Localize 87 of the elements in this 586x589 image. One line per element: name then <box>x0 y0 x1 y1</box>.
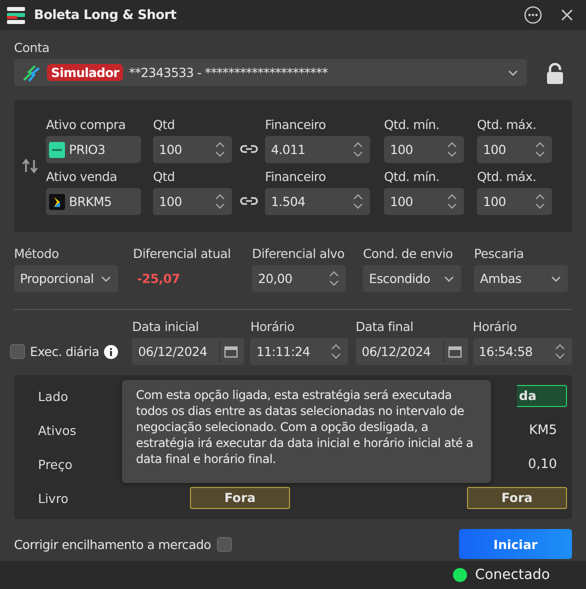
financial-field[interactable]: 1.504 <box>265 188 370 215</box>
row-label: Lado <box>38 388 68 404</box>
spinner-arrows-icon <box>554 344 566 360</box>
field-label: Cond. de envio <box>363 246 454 262</box>
row-label: Preço <box>38 456 72 472</box>
dropdown[interactable]: Proporcional <box>14 265 118 292</box>
field-label: Ativo compra <box>46 117 127 133</box>
swap-arrows-icon <box>22 158 38 174</box>
spinner-arrows-icon <box>534 142 546 158</box>
field-label: Qtd <box>153 117 176 133</box>
field-label: Qtd <box>153 169 176 185</box>
max-quantity-field[interactable]: 100 <box>477 188 552 215</box>
checkbox-label: Corrigir encilhamento a mercado <box>14 536 211 552</box>
close-icon[interactable] <box>560 8 574 22</box>
field-label: Pescaria <box>474 246 525 262</box>
summary-value: 0,10 <box>528 456 558 472</box>
link-icon <box>240 196 258 206</box>
start-button[interactable]: Iniciar <box>459 529 572 559</box>
min-quantity-field[interactable]: 100 <box>384 188 464 215</box>
more-options-icon[interactable] <box>524 6 542 24</box>
spinner-arrows-icon <box>534 194 546 210</box>
field-label: Data inicial <box>132 319 200 335</box>
min-quantity-field[interactable]: 100 <box>384 136 464 163</box>
simulator-badge: Simulador <box>47 64 124 81</box>
book-status-badge: Fora <box>190 487 290 509</box>
calendar-icon <box>224 345 238 358</box>
summary-value: KM5 <box>528 422 558 438</box>
field-label: Financeiro <box>265 117 327 133</box>
calendar-icon <box>448 345 462 358</box>
date-field[interactable]: 06/12/2024 <box>356 338 468 365</box>
spread-value: -25,07 <box>136 270 181 288</box>
field-label: Diferencial atual <box>133 246 232 262</box>
date-field[interactable]: 06/12/2024 <box>132 338 244 365</box>
field-label: Horário <box>472 319 518 335</box>
field-label: Ativo venda <box>46 169 118 185</box>
quantity-field[interactable]: 100 <box>153 188 232 215</box>
spinner-arrows-icon <box>330 344 342 360</box>
dropdown[interactable]: Escondido <box>363 265 461 292</box>
account-dropdown[interactable]: Simulador **2343533 - ********************* <box>14 59 527 86</box>
chevron-down-icon <box>100 274 112 282</box>
window-title: Boleta Long & Short <box>34 8 176 22</box>
info-icon <box>104 344 118 358</box>
status-text: Conectado <box>474 567 550 583</box>
field-label: Qtd. máx. <box>477 117 538 133</box>
field-label: Qtd. mín. <box>384 169 440 185</box>
bolt-icon <box>21 64 41 82</box>
spinner-arrows-icon <box>214 194 226 210</box>
dropdown[interactable]: Ambas <box>474 265 568 292</box>
chevron-down-icon <box>507 68 519 76</box>
financial-field[interactable]: 4.011 <box>265 136 370 163</box>
field-label: Qtd. máx. <box>477 169 538 185</box>
time-field[interactable]: 16:54:58 <box>472 338 572 365</box>
spinner-arrows-icon <box>446 194 458 210</box>
checkbox[interactable] <box>216 536 232 552</box>
account-number: **2343533 - ********************* <box>129 65 328 80</box>
spinner-arrows-icon <box>352 194 364 210</box>
row-label: Livro <box>38 490 68 506</box>
field-label: Diferencial alvo <box>252 246 346 262</box>
link-icon <box>240 144 258 154</box>
spinner-arrows-icon <box>352 142 364 158</box>
time-field[interactable]: 11:11:24 <box>250 338 348 365</box>
book-status-badge: Fora <box>467 487 567 509</box>
row-label: Ativos <box>38 422 76 438</box>
field-label: Qtd. mín. <box>384 117 440 133</box>
field-label: Conta <box>14 40 50 56</box>
field-label: Horário <box>250 319 296 335</box>
field-label: Método <box>14 246 60 262</box>
app-logo-icon <box>6 5 26 25</box>
ticker-logo-icon <box>49 142 65 158</box>
chevron-down-icon <box>443 274 455 282</box>
target-spread-field[interactable]: 20,00 <box>252 265 346 292</box>
spinner-arrows-icon <box>328 270 340 286</box>
chevron-down-icon <box>550 274 562 282</box>
asset-field[interactable]: BRKM5 <box>46 188 141 215</box>
max-quantity-field[interactable]: 100 <box>477 136 552 163</box>
unlock-icon[interactable] <box>545 62 565 84</box>
spinner-arrows-icon <box>446 142 458 158</box>
tooltip: Com esta opção ligada, esta estratégia será executada todos os dias entre as datas selecionadas no intervalo de negociação selecionado. Com a opção desligada, a estratégia irá executar da data inicial e horário inicial até a data final e horário final. <box>122 380 491 483</box>
ticker-logo-icon <box>49 194 65 210</box>
field-label: Data final <box>356 319 414 335</box>
checkbox-label: Exec. diária <box>30 344 100 359</box>
asset-field[interactable]: PRIO3 <box>46 136 141 163</box>
side-badge: da <box>517 385 567 407</box>
field-label: Financeiro <box>265 169 327 185</box>
checkbox[interactable] <box>10 344 25 359</box>
spinner-arrows-icon <box>214 142 226 158</box>
quantity-field[interactable]: 100 <box>153 136 232 163</box>
